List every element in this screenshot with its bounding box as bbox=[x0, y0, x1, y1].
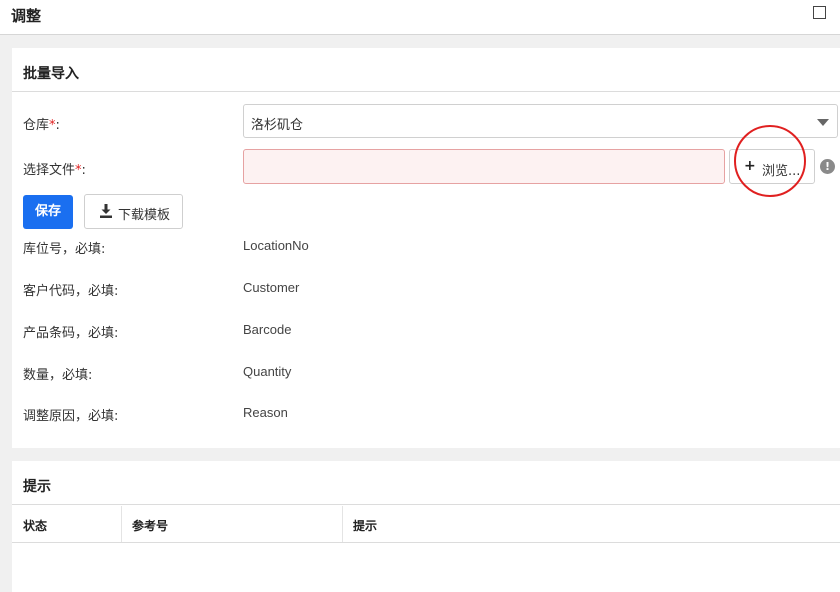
file-label: 选择文件*: bbox=[23, 163, 86, 178]
file-path-input[interactable] bbox=[243, 149, 725, 184]
field-column: Customer bbox=[243, 280, 300, 295]
browse-button-label: 浏览... bbox=[762, 164, 801, 179]
column-header-status[interactable]: 状态 bbox=[12, 506, 122, 542]
warehouse-label: 仓库*: bbox=[23, 118, 60, 133]
plus-icon: + bbox=[744, 158, 756, 174]
download-template-button[interactable]: 下载模板 bbox=[84, 194, 183, 229]
warehouse-select-value: 洛杉矶仓 bbox=[251, 118, 304, 133]
maximize-icon[interactable] bbox=[813, 6, 826, 19]
info-icon[interactable]: ! bbox=[820, 159, 835, 174]
import-panel: 批量导入 仓库*: 洛杉矶仓 选择文件*: + 浏览... ! 保存 下载模板 … bbox=[12, 48, 840, 448]
field-column: LocationNo bbox=[243, 238, 309, 253]
field-column: Barcode bbox=[243, 322, 292, 337]
field-row: 产品条码，必填: Barcode bbox=[12, 322, 840, 342]
column-header-reference[interactable]: 参考号 bbox=[121, 506, 343, 542]
download-template-label: 下载模板 bbox=[118, 208, 171, 223]
warehouse-select[interactable]: 洛杉矶仓 bbox=[243, 104, 838, 138]
field-name: 库位号，必填: bbox=[23, 242, 106, 257]
field-row: 数量，必填: Quantity bbox=[12, 364, 840, 384]
save-button[interactable]: 保存 bbox=[23, 195, 73, 229]
import-panel-header: 批量导入 bbox=[12, 48, 840, 92]
download-icon bbox=[100, 204, 112, 218]
import-panel-title: 批量导入 bbox=[23, 66, 79, 82]
field-row: 库位号，必填: LocationNo bbox=[12, 238, 840, 258]
field-name: 产品条码，必填: bbox=[23, 326, 119, 341]
hint-panel-title: 提示 bbox=[23, 479, 51, 495]
field-name: 调整原因，必填: bbox=[23, 409, 119, 424]
field-row: 客户代码，必填: Customer bbox=[12, 280, 840, 300]
browse-button[interactable]: + 浏览... bbox=[729, 149, 815, 184]
field-name: 客户代码，必填: bbox=[23, 284, 119, 299]
field-row: 调整原因，必填: Reason bbox=[12, 405, 840, 425]
hint-table-header: 状态 参考号 提示 bbox=[12, 506, 840, 543]
window-title: 调整 bbox=[11, 7, 42, 25]
column-header-hint[interactable]: 提示 bbox=[342, 506, 840, 542]
window-titlebar: 调整 bbox=[0, 0, 840, 35]
chevron-down-icon bbox=[817, 119, 829, 126]
field-name: 数量，必填: bbox=[23, 368, 93, 383]
hint-panel: 提示 状态 参考号 提示 bbox=[12, 461, 840, 592]
field-column: Reason bbox=[243, 405, 288, 420]
hint-panel-header: 提示 bbox=[12, 461, 840, 505]
field-column: Quantity bbox=[243, 364, 292, 379]
